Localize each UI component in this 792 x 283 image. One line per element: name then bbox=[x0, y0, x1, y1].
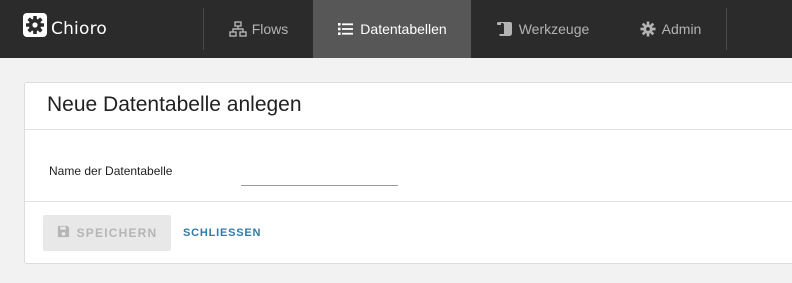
nav-item-label: Admin bbox=[661, 21, 702, 37]
brand-name: Chioro bbox=[51, 19, 107, 39]
nav-item-label: Datentabellen bbox=[360, 21, 447, 37]
floppy-disk-icon bbox=[57, 225, 77, 241]
close-button-label: SCHLIESSEN bbox=[183, 227, 262, 239]
datatable-name-label: Name der Datentabelle bbox=[49, 164, 173, 178]
nav-item-label: Flows bbox=[251, 21, 289, 37]
create-datatable-panel: Neue Datentabelle anlegen Name der Daten… bbox=[24, 82, 792, 264]
save-button[interactable]: SPEICHERN bbox=[43, 215, 171, 251]
nav-item-admin[interactable]: Admin bbox=[614, 0, 726, 58]
gear-icon bbox=[639, 21, 657, 37]
gear-logo-icon bbox=[22, 12, 48, 38]
close-button[interactable]: SCHLIESSEN bbox=[183, 215, 261, 251]
top-navbar: Chioro Flows Datentabellen Werkzeuge Adm… bbox=[0, 0, 792, 58]
brand-logo[interactable]: Chioro bbox=[22, 10, 107, 40]
nav-item-werkzeuge[interactable]: Werkzeuge bbox=[471, 0, 614, 58]
nav-item-flows[interactable]: Flows bbox=[204, 0, 313, 58]
sitemap-icon bbox=[229, 21, 247, 37]
name-form-row: Name der Datentabelle bbox=[25, 130, 792, 202]
nav-item-label: Werkzeuge bbox=[518, 21, 590, 37]
datatable-name-input[interactable] bbox=[241, 162, 398, 186]
list-icon bbox=[337, 21, 355, 37]
panel-title: Neue Datentabelle anlegen bbox=[47, 93, 302, 116]
save-button-label: SPEICHERN bbox=[76, 226, 158, 240]
nav-divider bbox=[726, 8, 727, 50]
panel-header: Neue Datentabelle anlegen bbox=[25, 83, 792, 130]
nav-item-datentabellen[interactable]: Datentabellen bbox=[313, 0, 471, 58]
action-button-row: SPEICHERN SCHLIESSEN bbox=[25, 203, 792, 263]
scroll-icon bbox=[496, 21, 514, 37]
